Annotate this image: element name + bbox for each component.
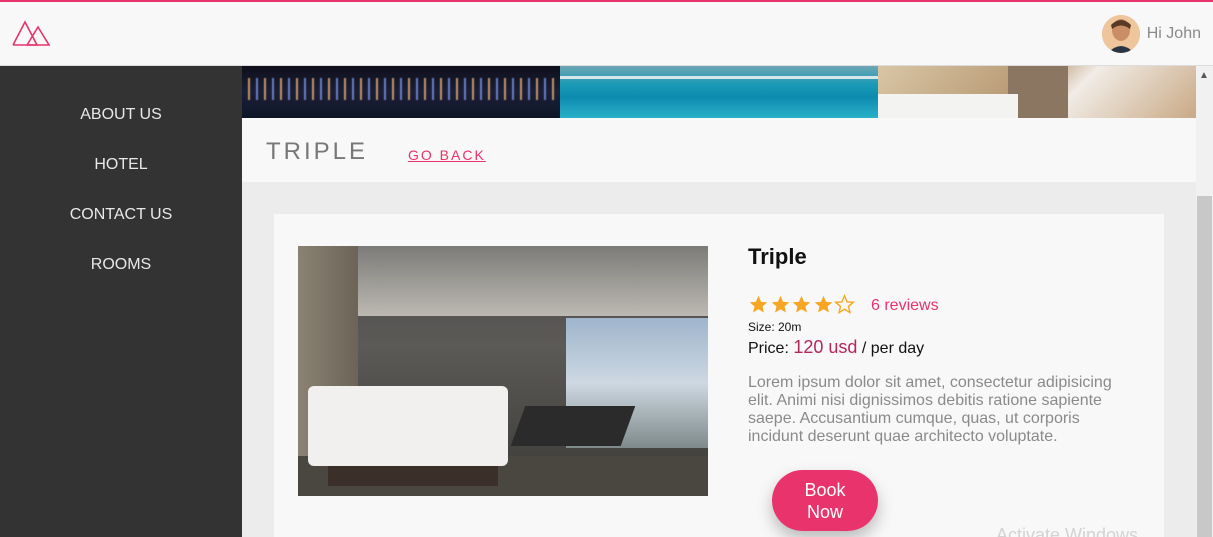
sidebar-item-rooms[interactable]: ROOMS (0, 254, 242, 304)
activate-windows-watermark: Activate Windows (996, 525, 1139, 537)
mountain-logo-icon[interactable] (11, 18, 51, 48)
star-filled-icon (792, 295, 811, 313)
room-size: Size: 20m (748, 320, 802, 334)
price-label: Price: (748, 340, 789, 357)
room-price: Price: 120 usd / per day (748, 337, 924, 358)
top-navbar: Hi John (0, 0, 1213, 66)
sidebar: ABOUT US HOTEL CONTACT US ROOMS (0, 66, 242, 537)
star-empty-icon (834, 294, 855, 315)
scrollbar[interactable]: ▲ (1196, 66, 1213, 537)
star-filled-icon (771, 295, 789, 313)
scrollbar-thumb[interactable] (1197, 196, 1212, 537)
room-photo (298, 246, 708, 496)
room-name: Triple (748, 244, 807, 269)
book-now-label: Book Now (804, 479, 846, 522)
price-amount: 120 usd (793, 337, 858, 357)
scroll-up-arrow-icon[interactable]: ▲ (1199, 70, 1209, 81)
page-title: TRIPLE (266, 138, 369, 165)
user-menu[interactable]: Hi John (1101, 15, 1201, 53)
room-card: Triple 6 reviews Size: 20m Price: 120 us… (274, 214, 1164, 537)
reviews-link[interactable]: 6 reviews (871, 297, 939, 315)
banner-image-city (242, 66, 560, 118)
price-period: / per day (861, 340, 925, 357)
star-filled-icon (749, 295, 768, 313)
sidebar-item-hotel[interactable]: HOTEL (0, 154, 242, 204)
star-rating (748, 294, 856, 315)
banner-image-pool (560, 66, 878, 118)
sidebar-item-about-us[interactable]: ABOUT US (0, 104, 242, 154)
user-greeting[interactable]: Hi John (1147, 25, 1201, 43)
star-filled-icon (814, 295, 832, 313)
page-header: TRIPLE GO BACK (242, 118, 1196, 182)
room-description: Lorem ipsum dolor sit amet, consectetur … (748, 374, 1112, 445)
hero-banner (242, 66, 1196, 118)
avatar[interactable] (1101, 15, 1140, 53)
book-now-button[interactable]: Book Now (772, 470, 878, 531)
sidebar-item-contact-us[interactable]: CONTACT US (0, 204, 242, 254)
banner-image-terrace (878, 66, 1196, 118)
go-back-link[interactable]: GO BACK (408, 147, 486, 163)
